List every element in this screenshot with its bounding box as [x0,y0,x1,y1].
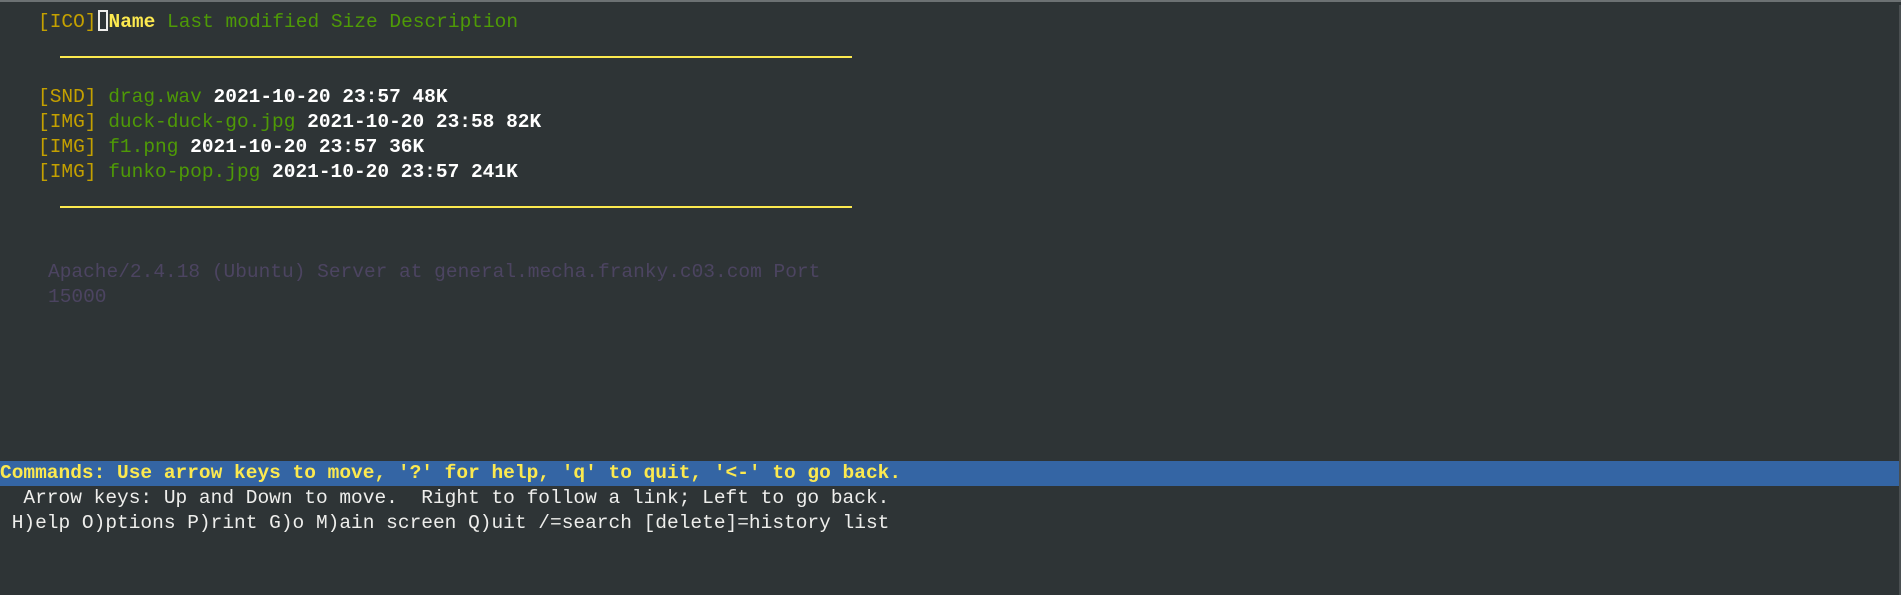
file-type-tag: [SND] [38,86,97,108]
list-item: [IMG] funko-pop.jpg 2021-10-20 23:57 241… [38,160,518,185]
key-commands-help: H)elp O)ptions P)rint G)o M)ain screen Q… [0,512,890,534]
list-item: [IMG] f1.png 2021-10-20 23:57 36K [38,135,424,160]
server-signature-line1: Apache/2.4.18 (Ubuntu) Server at general… [48,261,821,283]
file-link[interactable]: funko-pop.jpg [108,161,260,183]
commands-hint: Commands: Use arrow keys to move, '?' fo… [0,462,902,484]
file-link[interactable]: drag.wav [108,86,202,108]
file-type-tag: [IMG] [38,161,97,183]
column-header-row: [ICO] Name Last modified Size Description [38,10,518,35]
file-modified: 2021-10-20 23:57 [272,161,460,183]
icon-column-tag: [ICO] [38,11,97,33]
file-type-tag: [IMG] [38,111,97,133]
file-size: 82K [506,111,542,133]
file-modified: 2021-10-20 23:58 [307,111,495,133]
arrow-keys-help: Arrow keys: Up and Down to move. Right t… [0,487,890,509]
server-signature-line2: 15000 [48,286,107,308]
separator-bottom [60,206,852,208]
file-size: 36K [389,136,425,158]
list-item: [SND] drag.wav 2021-10-20 23:57 48K [38,85,448,110]
file-link[interactable]: f1.png [108,136,178,158]
file-size: 241K [470,161,518,183]
file-size: 48K [412,86,448,108]
file-link[interactable]: duck-duck-go.jpg [108,111,295,133]
file-type-tag: [IMG] [38,136,97,158]
sort-columns-links[interactable]: Last modified Size Description [167,11,518,33]
separator-top [60,56,852,58]
file-modified: 2021-10-20 23:57 [213,86,401,108]
file-modified: 2021-10-20 23:57 [190,136,378,158]
list-item: [IMG] duck-duck-go.jpg 2021-10-20 23:58 … [38,110,541,135]
window-top-border [0,0,1901,5]
name-column-link[interactable]: Name [109,11,156,33]
text-cursor [97,10,108,31]
